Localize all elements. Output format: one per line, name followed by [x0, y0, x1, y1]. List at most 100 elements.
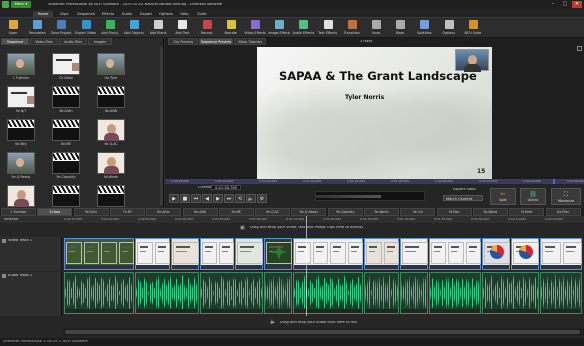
video-clip[interactable] — [171, 238, 199, 270]
maximize-icon[interactable]: □ — [560, 1, 570, 8]
step-back-icon[interactable]: ◀ — [202, 194, 212, 203]
undock-icon[interactable] — [577, 46, 582, 51]
audio-clip[interactable] — [264, 272, 292, 314]
subtitles-button[interactable]: Subtitles — [413, 19, 435, 37]
media-bin-scrollbar[interactable] — [160, 47, 163, 205]
media-clip[interactable]: Ga Tyler — [94, 53, 128, 85]
audio-clip[interactable] — [364, 272, 399, 314]
sequence-tab[interactable]: 8e-Allen — [146, 208, 182, 216]
add-blank-button[interactable]: Add Blank — [147, 19, 169, 37]
media-clip[interactable]: C Fullniker — [4, 53, 38, 85]
record-button[interactable]: Record — [196, 19, 218, 37]
audio-clip[interactable] — [135, 272, 199, 314]
menu-tab-help[interactable]: Help — [177, 11, 192, 18]
transition-button[interactable]: Transition — [341, 19, 363, 37]
redo-button[interactable]: Redo — [389, 19, 411, 37]
tab-images[interactable]: Images — [88, 38, 112, 45]
media-clip[interactable]: 9e-N/T — [4, 86, 38, 118]
add-text-button[interactable]: Add Text — [171, 19, 193, 37]
track-lock-icon[interactable] — [2, 274, 6, 278]
video-clip[interactable] — [511, 238, 539, 270]
text-effects-button[interactable]: Text Effects — [317, 19, 339, 37]
step-forward-icon[interactable]: ▶ — [213, 194, 223, 203]
sequence-tab[interactable]: 9e-Q-AC — [255, 208, 291, 216]
tab-video-tutorials[interactable]: Video Tutorials — [234, 38, 266, 45]
audio-track-header[interactable]: Audio Track 1 — [0, 272, 62, 316]
close-icon[interactable]: ✕ — [572, 1, 582, 8]
sequence-tab[interactable]: Ga-Tyler — [545, 208, 581, 216]
rewind-icon[interactable]: ⏮ — [191, 194, 201, 203]
sequence-tab[interactable]: 9f-Sion — [436, 208, 472, 216]
video-clip[interactable] — [293, 238, 363, 270]
audio-clip[interactable] — [482, 272, 539, 314]
sequence-tab[interactable]: 3 Hasa — [37, 208, 73, 216]
undo-button[interactable]: Undo — [365, 19, 387, 37]
sequence-tab[interactable]: 7e-NT — [109, 208, 145, 216]
play-icon[interactable]: ▶ — [169, 194, 179, 203]
video-effects-button[interactable]: Video Effects — [244, 19, 266, 37]
tab-audio-files[interactable]: Audio Files — [59, 38, 87, 45]
current-time-field[interactable]: 0:01:56.769 — [211, 185, 241, 190]
tab-sequence-preview[interactable]: Sequence Preview — [199, 38, 233, 45]
save-button[interactable]: Save Project — [50, 19, 72, 37]
tab-clip-preview[interactable]: Clip Preview — [168, 38, 198, 45]
timeline-scrollbar[interactable] — [63, 328, 584, 336]
video-clip[interactable] — [482, 238, 510, 270]
image-effects-button[interactable]: Image Effects — [268, 19, 290, 37]
video-track-header[interactable]: Video Track 1 — [0, 237, 62, 271]
add-file-button[interactable]: Add File(s) — [99, 19, 121, 37]
split-button[interactable]: ✂ Split — [490, 188, 516, 205]
sequence-tab[interactable]: 8e-ANN — [182, 208, 218, 216]
menu-tab-home[interactable]: Home — [33, 10, 53, 18]
menu-tab-sequence[interactable]: Sequence — [75, 11, 97, 18]
sequence-tab[interactable]: 9e-Worth — [364, 208, 399, 216]
sequence-tab[interactable]: 9i-Kirsh — [509, 208, 545, 216]
audio-drop-zone[interactable]: Drag and drop your audio clips here to m… — [0, 318, 584, 326]
minimize-icon[interactable]: – — [548, 1, 558, 8]
settings-icon[interactable]: ⚙ — [257, 194, 267, 203]
menu-tab-export[interactable]: Export — [137, 11, 155, 18]
nch-suite-button[interactable]: NCH Suite — [462, 19, 484, 37]
loop-icon[interactable]: ⟲ — [235, 194, 245, 203]
video-clip[interactable] — [400, 238, 428, 270]
sequence-tab[interactable]: 9e-Tyler — [73, 208, 109, 216]
audio-effects-button[interactable]: Audio Effects — [292, 19, 314, 37]
narrate-button[interactable]: Narrate — [220, 19, 242, 37]
sequence-tab[interactable]: 9e-Capacity — [327, 208, 363, 216]
audio-clip[interactable] — [293, 272, 363, 314]
media-clip[interactable]: 8e-ME — [49, 119, 83, 151]
media-clip[interactable]: 9e-Q-AC — [94, 119, 128, 151]
video-clip[interactable] — [364, 238, 399, 270]
sequence-tab[interactable]: 9e-ME — [218, 208, 254, 216]
sequence-tab[interactable]: C Fullniker — [1, 208, 36, 216]
stop-icon[interactable]: ■ — [180, 194, 190, 203]
audio-clip[interactable] — [64, 272, 134, 314]
fast-forward-icon[interactable]: ⏭ — [224, 194, 234, 203]
audio-clip[interactable] — [540, 272, 582, 314]
templates-button[interactable]: Templates — [26, 19, 48, 37]
video-clip[interactable] — [135, 238, 170, 270]
tab-sequence[interactable]: Sequence — [1, 38, 29, 45]
audio-clip[interactable] — [429, 272, 481, 314]
audio-clip[interactable] — [200, 272, 263, 314]
sequence-tab[interactable]: 9e-Cal — [400, 208, 436, 216]
export-video-button[interactable]: Export Video — [75, 19, 97, 37]
track-lock-icon[interactable] — [2, 239, 6, 243]
media-clip[interactable]: 8e-Allen — [49, 86, 83, 118]
menu-button[interactable]: Menu ▾ — [11, 1, 31, 8]
media-clip[interactable]: 8e-ANN — [94, 86, 128, 118]
add-objects-button[interactable]: Add Objects — [123, 19, 145, 37]
video-clip[interactable] — [200, 238, 234, 270]
menu-tab-effects[interactable]: Effects — [99, 11, 117, 18]
menu-tab-options[interactable]: Options — [157, 11, 175, 18]
options-button[interactable]: Options — [438, 19, 460, 37]
media-clip[interactable]: 9e-Nilly — [4, 119, 38, 151]
video-clip[interactable] — [540, 238, 582, 270]
sequence-tab[interactable]: 9p-Warld — [472, 208, 508, 216]
unlink-button[interactable]: ⛓ Unlink — [520, 188, 546, 205]
media-clip[interactable]: 9e-Q-Ready — [4, 152, 38, 184]
video-clip[interactable] — [235, 238, 263, 270]
menu-tab-clips[interactable]: Clips — [55, 11, 73, 18]
timeline-playhead[interactable] — [306, 216, 307, 316]
sequence-tab[interactable]: 9e-Q-Ready — [291, 208, 327, 216]
